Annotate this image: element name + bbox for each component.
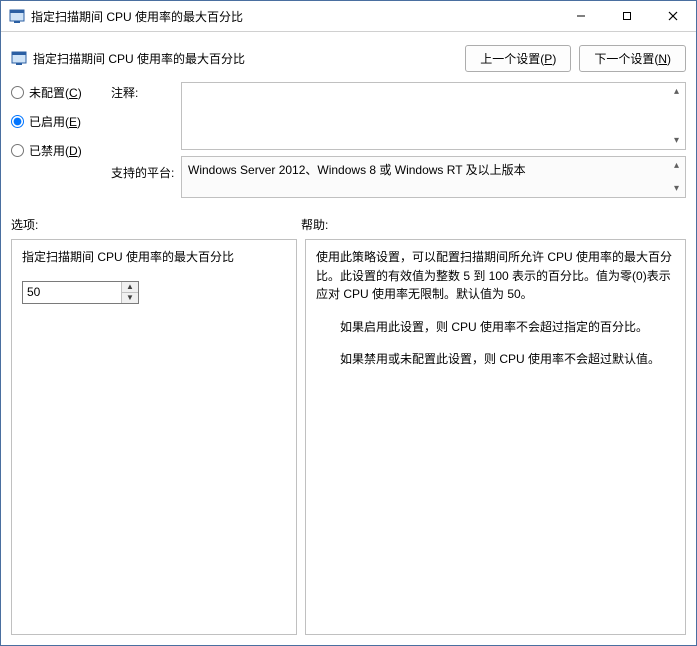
titlebar: 指定扫描期间 CPU 使用率的最大百分比 xyxy=(1,1,696,32)
titlebar-text: 指定扫描期间 CPU 使用率的最大百分比 xyxy=(31,8,558,25)
comment-label: 注释: xyxy=(111,84,181,156)
comment-textbox[interactable]: ▴ ▾ xyxy=(181,82,686,150)
field-labels-column: 注释: 支持的平台: xyxy=(111,82,181,198)
supported-platform-text: Windows Server 2012、Windows 8 或 Windows … xyxy=(188,163,526,177)
radio-not-configured[interactable]: 未配置(C) xyxy=(11,84,111,101)
fields-column: ▴ ▾ Windows Server 2012、Windows 8 或 Wind… xyxy=(181,82,686,198)
section-labels: 选项: 帮助: xyxy=(11,216,686,233)
radio-enabled-input[interactable] xyxy=(11,115,24,128)
help-paragraph: 如果启用此设置，则 CPU 使用率不会超过指定的百分比。 xyxy=(316,318,675,337)
spinner-down-icon[interactable]: ▼ xyxy=(122,293,138,303)
comment-scrollbar[interactable]: ▴ ▾ xyxy=(668,83,685,149)
platform-scrollbar[interactable]: ▴ ▾ xyxy=(668,157,685,197)
state-radio-group: 未配置(C) 已启用(E) 已禁用(D) xyxy=(11,82,111,198)
cpu-percent-spinner[interactable]: ▲ ▼ xyxy=(22,281,139,304)
policy-header-row: 指定扫描期间 CPU 使用率的最大百分比 上一个设置(P) 下一个设置(N) xyxy=(11,40,686,76)
config-row: 未配置(C) 已启用(E) 已禁用(D) 注释: 支持的平台: xyxy=(11,82,686,198)
close-button[interactable] xyxy=(650,1,696,31)
app-icon xyxy=(9,8,25,24)
options-pane: 指定扫描期间 CPU 使用率的最大百分比 ▲ ▼ xyxy=(11,239,297,635)
radio-disabled[interactable]: 已禁用(D) xyxy=(11,142,111,159)
scroll-up-icon[interactable]: ▴ xyxy=(668,157,685,174)
next-setting-button[interactable]: 下一个设置(N) xyxy=(579,45,686,72)
spinner-up-icon[interactable]: ▲ xyxy=(122,282,138,293)
minimize-button[interactable] xyxy=(558,1,604,31)
client-area: 指定扫描期间 CPU 使用率的最大百分比 上一个设置(P) 下一个设置(N) 未… xyxy=(1,32,696,645)
scroll-down-icon[interactable]: ▾ xyxy=(668,180,685,197)
scroll-up-icon[interactable]: ▴ xyxy=(668,83,685,100)
supported-platform-box: Windows Server 2012、Windows 8 或 Windows … xyxy=(181,156,686,198)
radio-not-configured-input[interactable] xyxy=(11,86,24,99)
platform-label: 支持的平台: xyxy=(111,156,181,181)
maximize-button[interactable] xyxy=(604,1,650,31)
help-section-label: 帮助: xyxy=(301,216,328,233)
options-section-label: 选项: xyxy=(11,216,301,233)
policy-icon xyxy=(11,50,27,66)
previous-setting-button[interactable]: 上一个设置(P) xyxy=(465,45,571,72)
radio-enabled[interactable]: 已启用(E) xyxy=(11,113,111,130)
radio-disabled-input[interactable] xyxy=(11,144,24,157)
cpu-percent-input[interactable] xyxy=(23,282,121,303)
option-field-label: 指定扫描期间 CPU 使用率的最大百分比 xyxy=(22,248,286,267)
help-paragraph: 如果禁用或未配置此设置，则 CPU 使用率不会超过默认值。 xyxy=(316,350,675,369)
lower-panes: 指定扫描期间 CPU 使用率的最大百分比 ▲ ▼ 使用此策略设置，可以配置扫描期… xyxy=(11,239,686,635)
scroll-down-icon[interactable]: ▾ xyxy=(668,132,685,149)
help-pane: 使用此策略设置，可以配置扫描期间所允许 CPU 使用率的最大百分比。此设置的有效… xyxy=(305,239,686,635)
help-paragraph: 使用此策略设置，可以配置扫描期间所允许 CPU 使用率的最大百分比。此设置的有效… xyxy=(316,248,675,304)
dialog-window: 指定扫描期间 CPU 使用率的最大百分比 指定扫描期间 CPU 使用率的最大百分… xyxy=(0,0,697,646)
policy-title: 指定扫描期间 CPU 使用率的最大百分比 xyxy=(33,50,245,67)
